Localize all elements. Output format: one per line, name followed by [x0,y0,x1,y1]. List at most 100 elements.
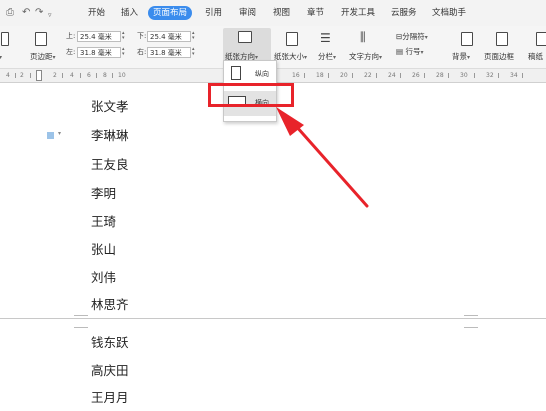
ruler-number: 2 [20,72,24,79]
line-numbers-label: 行号 [405,47,421,56]
crop-mark [464,327,478,328]
list-item[interactable]: 刘伟 [91,270,116,286]
ruler-tick [448,73,449,78]
bottom-margin-label: 下: [137,32,147,40]
paragraph-marker-dropdown-icon[interactable]: ▾ [58,130,61,137]
undo-icon[interactable]: ↶ [22,7,30,19]
tab-review[interactable]: 审阅 [239,7,256,19]
bottom-margin-input[interactable]: 25.4 毫米 [147,31,191,42]
left-margin-input[interactable]: 31.8 毫米 [77,47,121,58]
breaks-button[interactable]: ⊟分隔符▾ [396,32,428,42]
ruler-tick [62,73,63,78]
right-margin-label: 右: [137,48,147,56]
top-margin-input[interactable]: 25.4 毫米 [77,31,121,42]
ruler-number: 6 [87,72,91,79]
ruler-tick [376,73,377,78]
manuscript-button[interactable]: 稿纸 [528,52,543,61]
portrait-label: 纵向 [255,70,269,78]
ruler-tick [80,73,81,78]
ruler-number: 16 [292,72,300,79]
ruler-number: 20 [340,72,348,79]
list-item[interactable]: 林思齐 [91,297,129,313]
list-item[interactable]: 李明 [91,186,116,202]
tab-home[interactable]: 开始 [88,7,105,19]
list-item[interactable]: 李琳琳 [91,128,129,144]
right-margin-input[interactable]: 31.8 毫米 [147,47,191,58]
ribbon-clipped-dropdown[interactable]: ▾ [0,52,2,62]
line-numbers-button[interactable]: ▤ 行号▾ [396,47,424,57]
list-item[interactable]: 王月月 [91,390,129,406]
ruler-number: 30 [460,72,468,79]
ruler-tick [522,73,523,78]
crop-mark [74,327,88,328]
clipped-icon [1,32,9,46]
page-break-separator [0,318,546,326]
ruler-tick [352,73,353,78]
tab-references[interactable]: 引用 [205,7,222,19]
text-direction-button[interactable]: 文字方向▾ [349,52,382,62]
ruler-number: 4 [6,72,10,79]
columns-icon[interactable]: ☰ [320,32,331,44]
right-margin-spinner[interactable]: ▴ ▾ [192,47,195,57]
tab-insert[interactable]: 插入 [121,7,138,19]
list-item[interactable]: 张文孝 [91,99,129,115]
portrait-icon [231,66,241,80]
columns-button[interactable]: 分栏▾ [318,52,336,62]
quick-access-dropdown-icon[interactable]: ▿ [48,9,52,21]
columns-label: 分栏 [318,52,333,61]
print-preview-icon[interactable]: ⎙ [6,7,14,19]
manuscript-icon[interactable] [536,32,546,46]
margins-button[interactable]: 页边距▾ [30,52,56,62]
top-margin-label: 上: [66,32,76,40]
ruler-tick [96,73,97,78]
list-item[interactable]: 王琦 [91,214,116,230]
tab-view[interactable]: 视图 [273,7,290,19]
breaks-label: 分隔符 [402,32,425,41]
list-item[interactable]: 钱东跃 [91,335,129,351]
text-direction-label: 文字方向 [349,52,379,61]
ruler-number: 24 [388,72,396,79]
page-border-icon[interactable] [496,32,508,46]
ruler-indent-marker[interactable] [36,70,42,81]
tab-doc-assistant[interactable]: 文档助手 [432,7,466,19]
ruler-number: 18 [316,72,324,79]
orientation-icon [238,31,252,43]
margins-icon[interactable] [35,32,47,46]
paper-size-icon[interactable] [286,32,298,46]
ruler-tick [15,73,16,78]
paper-size-label: 纸张大小 [274,52,304,61]
ruler-number: 28 [436,72,444,79]
tab-page-layout[interactable]: 页面布局 [148,6,193,20]
bottom-margin-spinner[interactable]: ▴ ▾ [192,31,195,41]
arrow-shaft [286,115,369,208]
ruler-tick [424,73,425,78]
paper-size-button[interactable]: 纸张大小▾ [274,52,307,62]
page-border-button[interactable]: 页面边框 [484,52,514,61]
ruler-tick [30,73,31,78]
paragraph-marker-icon[interactable] [47,132,54,139]
left-margin-label: 左: [66,48,76,56]
ruler-number: 26 [412,72,420,79]
tab-developer[interactable]: 开发工具 [341,7,375,19]
ruler-number: 32 [486,72,494,79]
ruler-number: 8 [103,72,107,79]
top-margin-spinner[interactable]: ▴ ▾ [122,31,125,41]
left-margin-spinner[interactable]: ▴ ▾ [122,47,125,57]
background-icon[interactable] [461,32,473,46]
highlight-box [208,83,294,107]
ruler-tick [304,73,305,78]
ruler-number: 34 [510,72,518,79]
redo-icon[interactable]: ↷ [35,7,43,19]
background-button[interactable]: 背景▾ [452,52,470,62]
list-item[interactable]: 张山 [91,242,116,258]
list-item[interactable]: 高庆田 [91,363,129,379]
ruler-tick [474,73,475,78]
ruler-number: 22 [364,72,372,79]
margins-label: 页边距 [30,52,53,61]
tab-section[interactable]: 章节 [307,7,324,19]
crop-mark [74,315,88,316]
list-item[interactable]: 王友良 [91,157,129,173]
text-direction-icon[interactable]: ⫼ [360,31,366,43]
tab-cloud[interactable]: 云服务 [391,7,417,19]
crop-mark [464,315,478,316]
